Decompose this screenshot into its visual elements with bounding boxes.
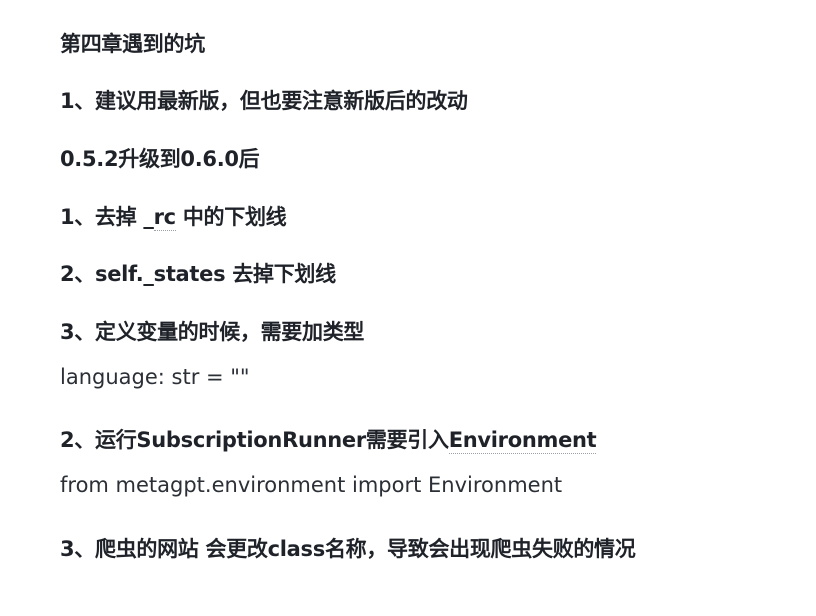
change-1: 1、去掉 _rc 中的下划线 bbox=[60, 201, 287, 231]
tip-2: 2、运行SubscriptionRunner需要引入Environment bbox=[60, 424, 597, 454]
environment-link[interactable]: Environment bbox=[448, 428, 597, 454]
code-line-2: from metagpt.environment import Environm… bbox=[60, 473, 563, 497]
section-heading: 第四章遇到的坑 bbox=[60, 32, 205, 56]
change-3: 3、定义变量的时候，需要加类型 bbox=[60, 320, 365, 344]
change-1-suffix: 中的下划线 bbox=[175, 205, 287, 229]
tip-3: 3、爬虫的网站 会更改class名称，导致会出现爬虫失败的情况 bbox=[60, 537, 636, 561]
change-1-prefix: 1、去掉 _ bbox=[60, 205, 154, 229]
tip-2-prefix: 2、运行SubscriptionRunner需要引入 bbox=[60, 428, 449, 452]
tip-1: 1、建议用最新版，但也要注意新版后的改动 bbox=[60, 89, 468, 113]
change-1-code: rc bbox=[153, 205, 176, 231]
code-line-1: language: str = "" bbox=[60, 365, 250, 389]
change-2: 2、self._states 去掉下划线 bbox=[60, 262, 336, 286]
version-note: 0.5.2升级到0.6.0后 bbox=[60, 147, 260, 171]
